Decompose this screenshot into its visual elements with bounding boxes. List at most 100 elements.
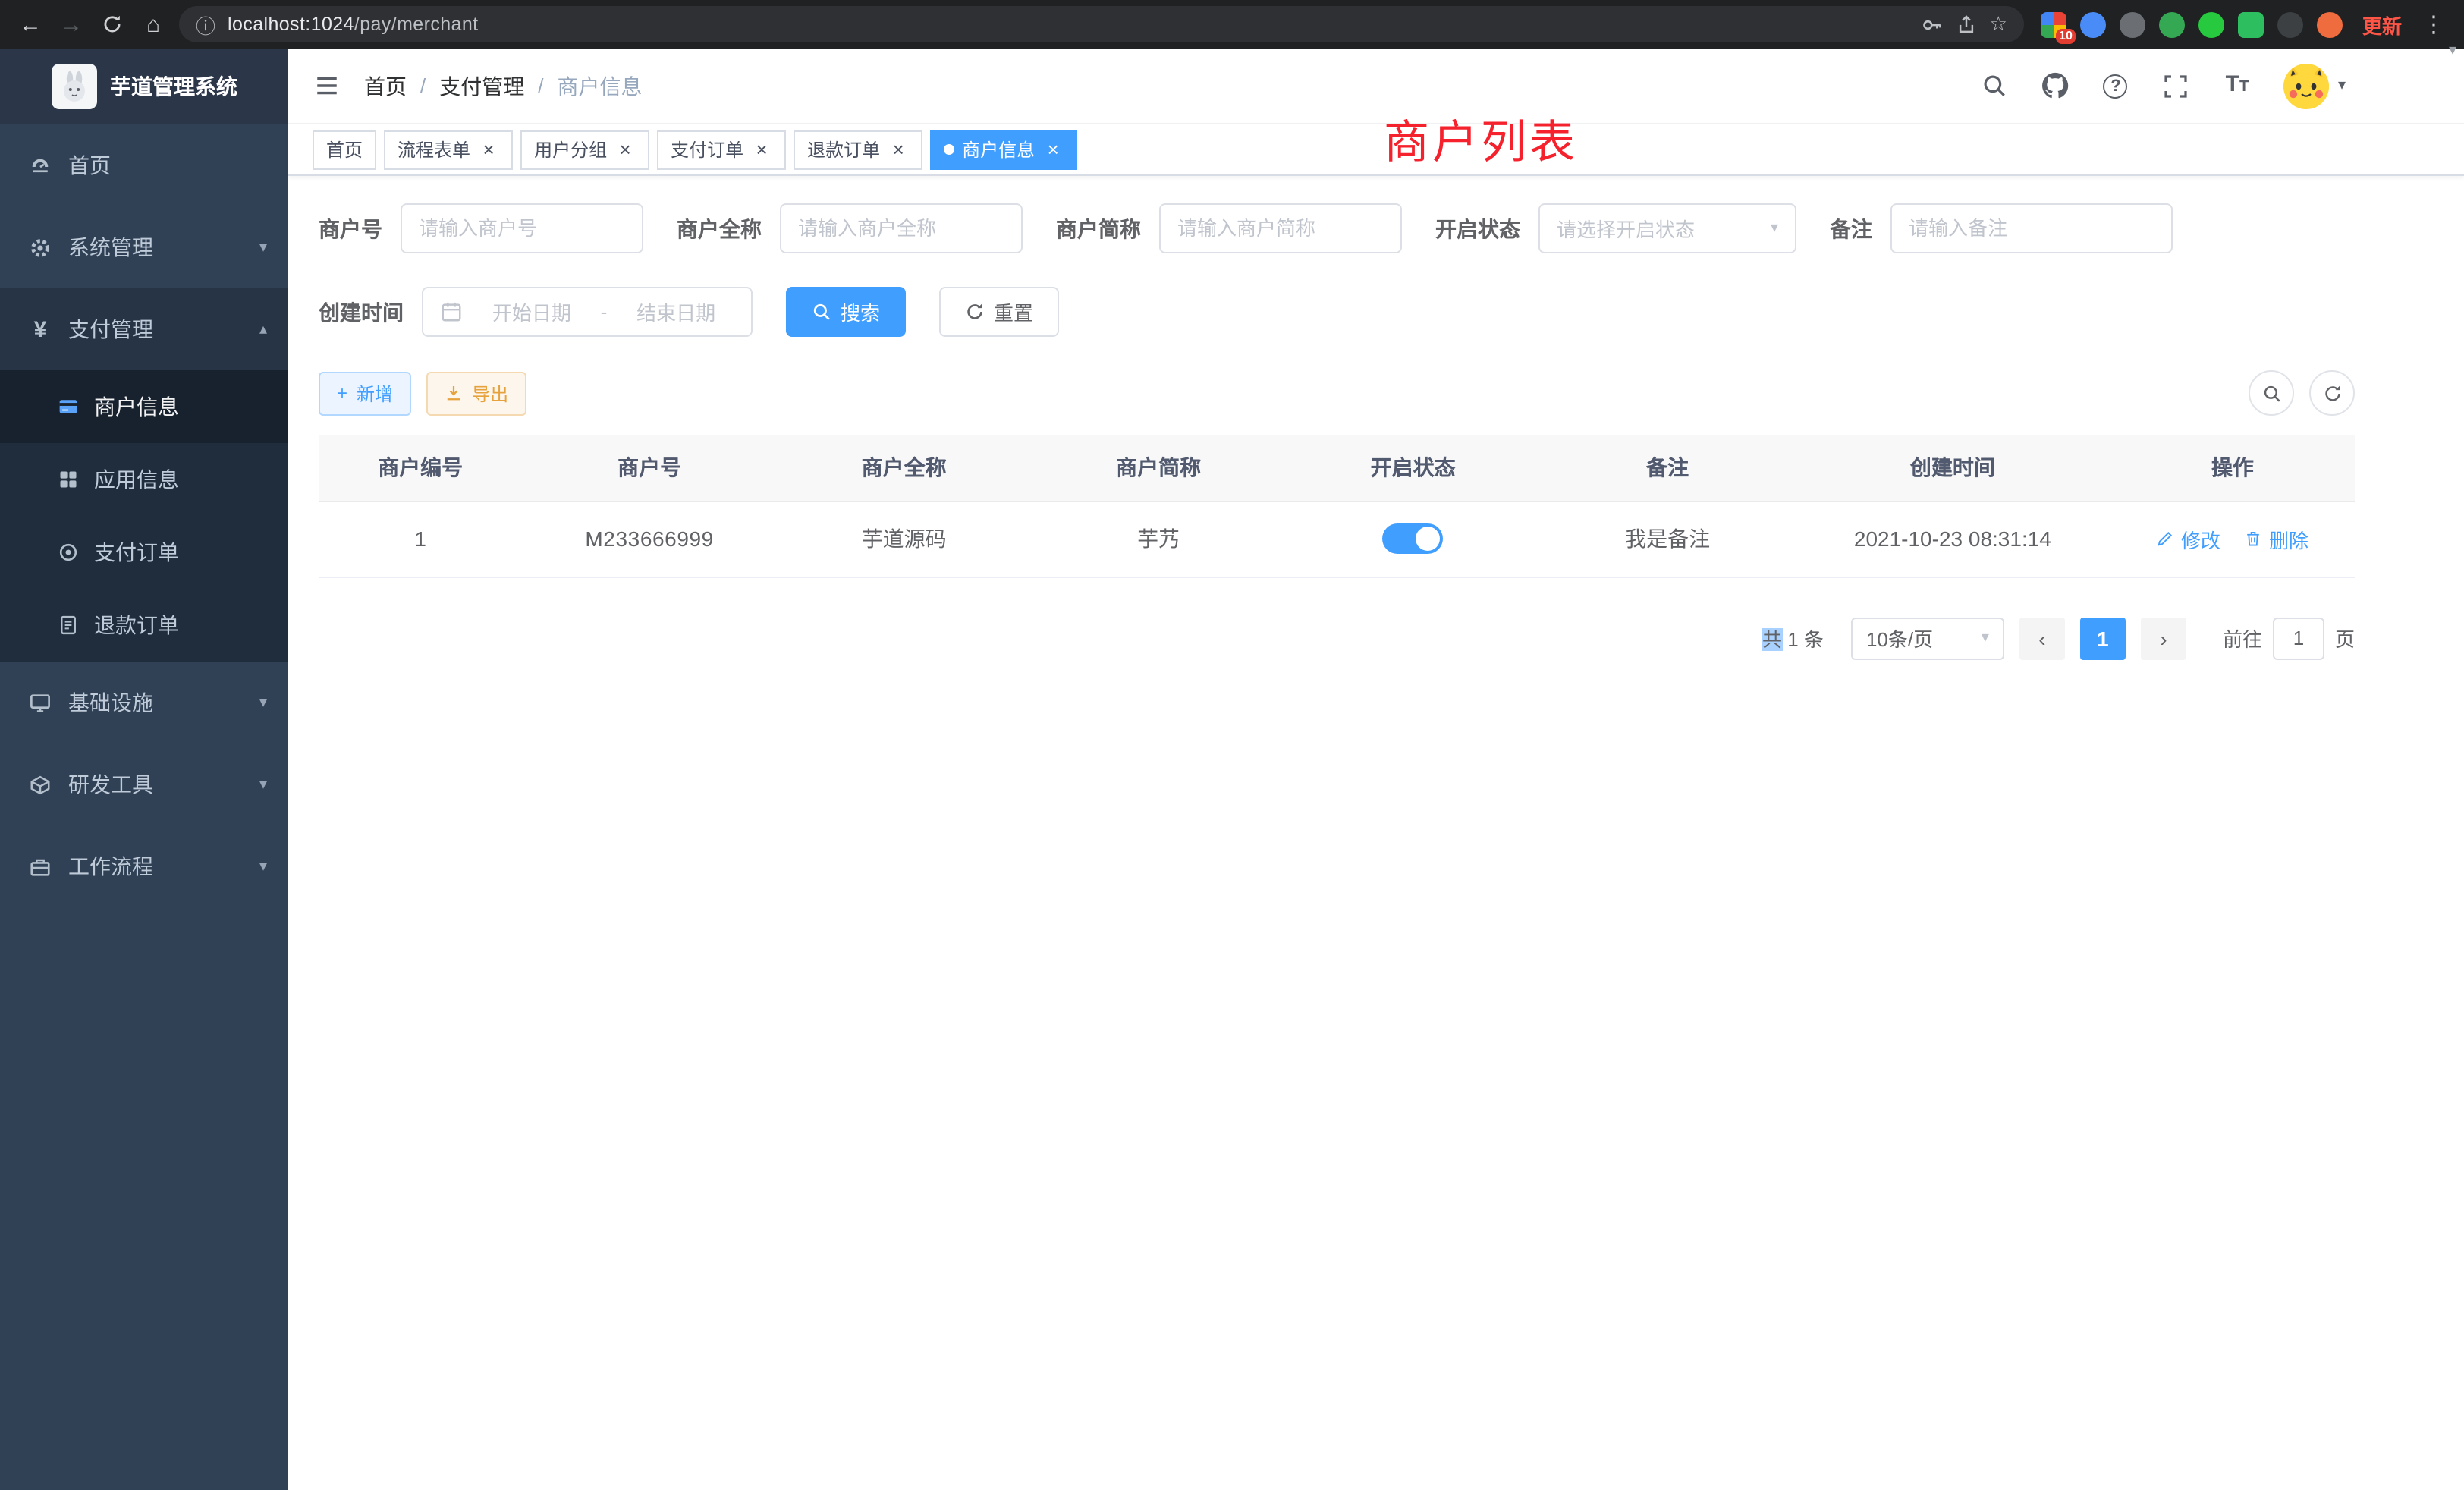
pagination-total: 共 1 条	[1762, 624, 1824, 652]
tab-process-form[interactable]: 流程表单 ×	[384, 130, 513, 169]
edit-link[interactable]: 修改	[2157, 524, 2220, 553]
user-menu[interactable]: ▾	[2283, 63, 2346, 108]
goto-unit: 页	[2335, 624, 2355, 652]
user-avatar[interactable]	[2283, 63, 2329, 108]
delete-link-label: 删除	[2269, 524, 2308, 553]
url-path: /pay/merchant	[354, 14, 479, 35]
extension-icon[interactable]	[2159, 11, 2185, 37]
chevron-down-icon: ▾	[259, 239, 267, 256]
extensions-icon[interactable]: 10	[2041, 11, 2066, 37]
sidebar-item-pay-order[interactable]: 支付订单	[0, 516, 288, 589]
pagination-goto: 前往 页	[2223, 617, 2355, 659]
sidebar-item-payment[interactable]: ¥ 支付管理 ▴	[0, 288, 288, 370]
browser-home-icon[interactable]: ⌂	[138, 8, 168, 41]
page-size-select[interactable]: 10条/页 ▾	[1851, 617, 2004, 659]
sidebar-item-system[interactable]: 系统管理 ▾	[0, 206, 288, 288]
tab-home[interactable]: 首页	[313, 130, 376, 169]
app-title: 芋道管理系统	[110, 71, 237, 102]
remark-input[interactable]	[1909, 217, 2154, 240]
status-select[interactable]: 请选择开启状态 ▾	[1538, 203, 1796, 253]
close-icon[interactable]: ×	[1042, 139, 1064, 160]
toggle-search-button[interactable]	[2249, 370, 2294, 416]
help-icon[interactable]: ?	[2101, 71, 2130, 100]
sidebar-item-infrastructure[interactable]: 基础设施 ▾	[0, 662, 288, 743]
refund-doc-icon	[58, 615, 79, 636]
profile-avatar-icon[interactable]	[2317, 11, 2343, 37]
extension-icon[interactable]	[2198, 11, 2224, 37]
chevron-down-icon: ▾	[2338, 77, 2346, 94]
sidebar-item-app-info[interactable]: 应用信息	[0, 443, 288, 516]
github-icon[interactable]	[2041, 71, 2070, 100]
page-size-value: 10条/页	[1866, 624, 1933, 652]
breadcrumb-separator: /	[538, 74, 543, 97]
extension-icon[interactable]	[2277, 11, 2303, 37]
browser-reload-icon[interactable]	[97, 8, 127, 41]
add-button[interactable]: + 新增	[319, 371, 411, 415]
browser-address-bar[interactable]: ⓘ localhost:1024/pay/merchant ☆	[179, 6, 2024, 42]
full-name-input[interactable]	[798, 217, 1004, 240]
breadcrumb-home[interactable]: 首页	[364, 71, 407, 101]
goto-page-input[interactable]	[2273, 617, 2324, 659]
column-header: 商户全称	[777, 435, 1032, 501]
sidebar-item-merchant-info[interactable]: 商户信息	[0, 370, 288, 443]
status-toggle[interactable]	[1383, 523, 1444, 554]
breadcrumb: 首页 / 支付管理 / 商户信息	[364, 71, 643, 101]
site-info-icon[interactable]: ⓘ	[196, 10, 215, 39]
bookmark-star-icon[interactable]: ☆	[1990, 12, 2007, 36]
dashboard-icon	[29, 154, 52, 177]
extension-icon[interactable]	[2080, 11, 2106, 37]
fullscreen-icon[interactable]	[2162, 71, 2191, 100]
tab-user-group[interactable]: 用户分组 ×	[520, 130, 649, 169]
export-button[interactable]: 导出	[426, 371, 526, 415]
delete-link[interactable]: 删除	[2245, 524, 2308, 553]
hamburger-icon[interactable]	[310, 69, 343, 102]
merchant-no-label: 商户号	[319, 213, 382, 244]
sidebar-item-refund-order[interactable]: 退款订单	[0, 589, 288, 662]
sidebar-item-label: 退款订单	[94, 610, 179, 640]
date-start-placeholder[interactable]: 开始日期	[473, 297, 590, 326]
prev-page-button[interactable]: ‹	[2019, 617, 2065, 659]
search-icon[interactable]	[1980, 71, 2009, 100]
sidebar-item-home[interactable]: 首页	[0, 124, 288, 206]
refresh-button[interactable]	[2309, 370, 2355, 416]
sidebar-item-workflow[interactable]: 工作流程 ▾	[0, 825, 288, 907]
browser-overflow-caret-icon[interactable]: ▾	[2449, 42, 2456, 59]
monitor-icon	[29, 691, 52, 714]
short-name-input[interactable]	[1177, 217, 1384, 240]
close-icon[interactable]: ×	[751, 139, 772, 160]
next-page-button[interactable]: ›	[2141, 617, 2186, 659]
browser-update-button[interactable]: 更新	[2362, 10, 2402, 39]
font-size-icon[interactable]: TT	[2223, 71, 2252, 100]
tab-merchant-info[interactable]: 商户信息 ×	[930, 130, 1077, 169]
extension-icon[interactable]	[2238, 11, 2264, 37]
reset-button-label: 重置	[994, 297, 1033, 326]
tab-pay-order[interactable]: 支付订单 ×	[657, 130, 786, 169]
close-icon[interactable]: ×	[478, 139, 499, 160]
browser-menu-icon[interactable]: ⋮	[2418, 8, 2449, 41]
extension-icon[interactable]	[2120, 11, 2145, 37]
page-1-button[interactable]: 1	[2080, 617, 2126, 659]
chevron-down-icon: ▾	[259, 776, 267, 793]
browser-back-icon[interactable]: ←	[15, 8, 46, 41]
search-button[interactable]: 搜索	[786, 287, 906, 337]
share-icon[interactable]	[1956, 14, 1978, 35]
merchant-no-input[interactable]	[419, 217, 625, 240]
password-key-icon[interactable]	[1922, 13, 1944, 36]
total-rest: 1 条	[1782, 628, 1824, 651]
total-prefix: 共	[1762, 628, 1782, 651]
app-logo[interactable]: 芋道管理系统	[0, 49, 288, 124]
main-area: 首页 / 支付管理 / 商户信息 商户列表 ?	[288, 49, 2464, 1490]
tab-refund-order[interactable]: 退款订单 ×	[794, 130, 922, 169]
sidebar-item-label: 商户信息	[94, 391, 179, 422]
reset-button[interactable]: 重置	[939, 287, 1059, 337]
close-icon[interactable]: ×	[888, 139, 909, 160]
date-range-picker[interactable]: 开始日期 - 结束日期	[422, 287, 753, 337]
yen-icon: ¥	[29, 318, 52, 341]
date-end-placeholder[interactable]: 结束日期	[618, 297, 734, 326]
sidebar-item-dev-tools[interactable]: 研发工具 ▾	[0, 743, 288, 825]
sidebar-item-label: 工作流程	[68, 851, 153, 882]
breadcrumb-payment[interactable]: 支付管理	[439, 71, 524, 101]
sidebar-item-label: 首页	[68, 150, 111, 181]
browser-forward-icon[interactable]: →	[56, 8, 86, 41]
close-icon[interactable]: ×	[614, 139, 636, 160]
